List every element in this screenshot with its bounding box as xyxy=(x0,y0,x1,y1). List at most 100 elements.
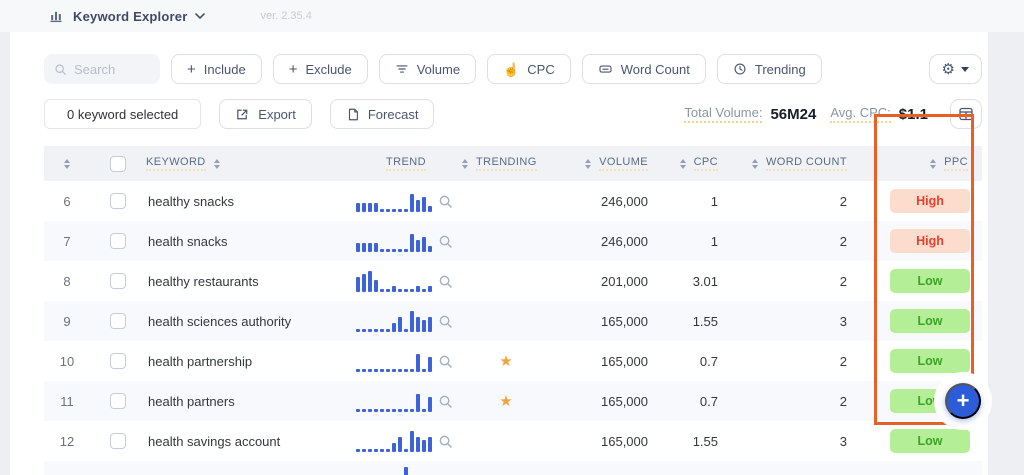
filter-toolbar: + Include + Exclude Volume ☝ CPC Word Co… xyxy=(44,53,982,85)
ppc-badge[interactable]: Low xyxy=(890,429,970,453)
forecast-label: Forecast xyxy=(367,106,419,122)
export-button[interactable]: Export xyxy=(219,99,312,129)
magnifier-icon[interactable] xyxy=(438,314,453,329)
search-input[interactable] xyxy=(74,61,154,77)
trending-header-label: TRENDING xyxy=(476,156,537,171)
keyword-header-label: KEYWORD xyxy=(146,156,206,171)
magnifier-icon[interactable] xyxy=(438,234,453,249)
document-icon xyxy=(346,107,360,122)
keyword-column-header[interactable]: KEYWORD xyxy=(146,156,356,171)
chevron-down-icon[interactable] xyxy=(194,12,206,20)
search-box[interactable] xyxy=(44,54,160,84)
keyword-cell-text: health partners xyxy=(148,393,235,409)
ppc-cell: Low xyxy=(890,269,982,293)
row-index: 8 xyxy=(63,273,71,289)
ppc-badge[interactable]: Low xyxy=(890,349,970,373)
volume-cell: 165,000 xyxy=(601,353,648,369)
word-count-cell: 2 xyxy=(839,353,847,369)
ppc-badge[interactable]: High xyxy=(890,229,970,253)
cpc-cell: 0.7 xyxy=(699,353,718,369)
volume-filter-button[interactable]: Volume xyxy=(378,54,477,84)
word-count-header-label: WORD COUNT xyxy=(766,156,847,171)
trending-star-icon: ★ xyxy=(499,353,513,370)
trend-cell xyxy=(356,390,456,412)
search-icon xyxy=(54,63,67,76)
row-checkbox[interactable] xyxy=(110,393,126,409)
row-checkbox[interactable] xyxy=(110,193,126,209)
table-row[interactable]: 8 healthy restaurants ★ 201,000 3.01 2 L… xyxy=(44,261,982,301)
export-icon xyxy=(235,107,250,122)
cpc-cell: 1.55 xyxy=(692,313,718,329)
cpc-cell: 0.7 xyxy=(699,393,718,409)
row-checkbox[interactable] xyxy=(110,273,126,289)
trending-column-header[interactable]: TRENDING xyxy=(456,156,556,171)
cpc-cell: 1.55 xyxy=(692,433,718,449)
word-count-filter-button[interactable]: Word Count xyxy=(581,54,706,84)
settings-button[interactable]: ⚙ xyxy=(928,54,982,84)
plus-icon: + xyxy=(187,60,196,78)
magnifier-icon[interactable] xyxy=(438,194,453,209)
word-count-cell: 2 xyxy=(839,393,847,409)
table-row[interactable]: 6 healthy snacks ★ 246,000 1 2 High xyxy=(44,181,982,221)
cpc-column-header[interactable]: CPC xyxy=(656,156,726,171)
word-count-cell: 3 xyxy=(839,433,847,449)
row-index: 12 xyxy=(59,433,75,449)
select-all-checkbox[interactable] xyxy=(110,155,126,172)
magnifier-icon[interactable] xyxy=(438,354,453,369)
cpc-header-label: CPC xyxy=(693,156,718,171)
trend-sparkline xyxy=(356,190,432,212)
sort-icon[interactable] xyxy=(679,158,686,169)
magnifier-icon[interactable] xyxy=(438,434,453,449)
sort-icon[interactable] xyxy=(64,158,70,169)
caret-down-icon xyxy=(961,66,969,72)
cpc-filter-button[interactable]: ☝ CPC xyxy=(487,54,571,84)
selected-count-button[interactable]: 0 keyword selected xyxy=(44,99,202,129)
table-row[interactable]: 9 health sciences authority ★ 165,000 1.… xyxy=(44,301,982,341)
row-checkbox[interactable] xyxy=(110,233,126,249)
column-settings-button[interactable] xyxy=(950,99,982,129)
row-checkbox[interactable] xyxy=(110,433,126,449)
word-count-column-header[interactable]: WORD COUNT xyxy=(726,156,856,171)
clock-icon xyxy=(733,62,747,76)
gear-icon: ⚙ xyxy=(941,60,955,78)
table-row[interactable]: 11 health partners ★ 165,000 0.7 2 Low xyxy=(44,381,982,421)
table-row-partial xyxy=(44,461,982,475)
row-checkbox[interactable] xyxy=(110,313,126,329)
volume-column-header[interactable]: VOLUME xyxy=(556,156,656,171)
trending-filter-button[interactable]: Trending xyxy=(716,54,822,84)
table-columns-icon xyxy=(959,107,973,121)
forecast-button[interactable]: Forecast xyxy=(329,99,435,129)
trend-sparkline xyxy=(356,390,432,412)
ppc-badge[interactable]: High xyxy=(890,189,970,213)
table-row[interactable]: 7 health snacks ★ 246,000 1 2 High xyxy=(44,221,982,261)
include-filter-button[interactable]: + Include xyxy=(171,54,262,84)
total-volume-label: Total Volume: xyxy=(684,105,763,123)
table-row[interactable]: 12 health savings account ★ 165,000 1.55… xyxy=(44,421,982,461)
sort-icon[interactable] xyxy=(462,158,468,169)
sort-icon[interactable] xyxy=(930,158,937,169)
ppc-badge[interactable]: Low xyxy=(890,269,970,293)
add-button[interactable]: + xyxy=(945,383,981,419)
sort-icon[interactable] xyxy=(752,158,758,169)
trend-sparkline xyxy=(356,430,432,452)
row-checkbox[interactable] xyxy=(110,353,126,369)
ppc-cell: Low xyxy=(890,309,982,333)
app-title: Keyword Explorer xyxy=(73,8,188,24)
table-row[interactable]: 10 health partnership ★ 165,000 0.7 2 Lo… xyxy=(44,341,982,381)
ppc-column-header[interactable]: PPC xyxy=(856,156,982,171)
magnifier-icon[interactable] xyxy=(438,394,453,409)
cpc-label: CPC xyxy=(527,61,555,77)
select-all-header[interactable] xyxy=(90,155,146,172)
index-sort-header[interactable] xyxy=(44,158,90,169)
magnifier-icon[interactable] xyxy=(438,274,453,289)
sort-icon[interactable] xyxy=(213,158,220,169)
keyword-cell-text: health snacks xyxy=(148,233,228,249)
trend-sparkline xyxy=(356,310,432,332)
ppc-badge[interactable]: Low xyxy=(890,309,970,333)
word-count-cell: 3 xyxy=(839,313,847,329)
trend-cell xyxy=(356,270,456,292)
exclude-filter-button[interactable]: + Exclude xyxy=(272,54,368,84)
main-panel: + Include + Exclude Volume ☝ CPC Word Co… xyxy=(10,32,988,475)
row-index: 6 xyxy=(63,193,71,209)
sort-icon[interactable] xyxy=(585,158,592,169)
